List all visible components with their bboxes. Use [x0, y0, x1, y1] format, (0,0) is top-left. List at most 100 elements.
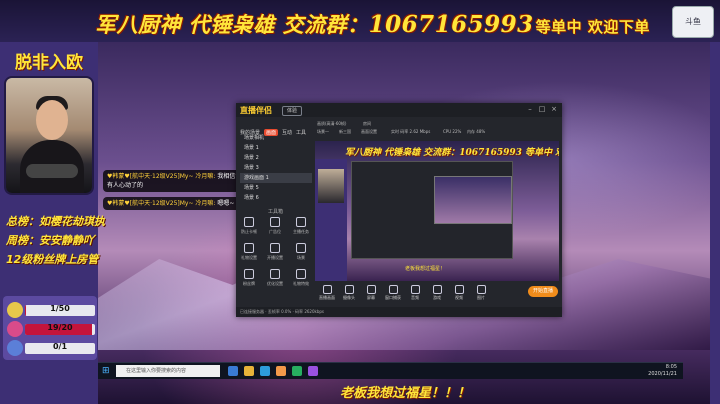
preview-nested-preview — [434, 176, 512, 224]
windows-start-icon[interactable]: ⊞ — [102, 366, 112, 376]
banner-number: 1067165993 — [368, 11, 534, 38]
maximize-icon[interactable]: □ — [538, 105, 546, 113]
source-button[interactable]: 直播画面 — [317, 285, 337, 301]
source-button[interactable]: 游戏 — [427, 285, 447, 301]
tool-button[interactable]: 优化设置 — [264, 269, 286, 289]
clock[interactable]: 8:05 2020/11/21 — [648, 364, 677, 378]
source-label: 直播画面 — [319, 295, 335, 300]
banner-text: 军八厨神 代锤枭雄 交流群：1067165993 等单中 欢迎下单 — [95, 9, 650, 39]
quality-select[interactable]: 画质(高清·60帧) — [317, 121, 346, 127]
tool-label: 礼物特效 — [293, 281, 309, 286]
scene-item[interactable]: 场景 6 — [240, 193, 312, 203]
scene-item[interactable]: 场景 5 — [240, 183, 312, 193]
folder-icon[interactable] — [244, 366, 254, 376]
tool-label: 防止卡顿 — [241, 229, 257, 234]
chat-app-icon[interactable] — [292, 366, 302, 376]
source-button[interactable]: 音频 — [405, 285, 425, 301]
app-tag[interactable]: 体验 — [282, 106, 302, 116]
right-frame-strip — [710, 42, 720, 404]
source-button[interactable]: 摄像头 — [339, 285, 359, 301]
source-label: 游戏 — [433, 295, 441, 300]
tool-icon — [296, 243, 306, 253]
goal-row: 19/20 — [7, 321, 95, 337]
task-view-icon[interactable] — [228, 366, 238, 376]
windows-taskbar: ⊞ 在这里输入你要搜索的内容 8:05 2020/11/21 — [98, 362, 683, 379]
close-icon[interactable]: × — [550, 105, 558, 113]
source-button[interactable]: 图片 — [471, 285, 491, 301]
scene-chip[interactable]: 场景一 — [317, 129, 329, 135]
window-icon — [388, 285, 398, 294]
footer-slogan: 老板我想过福星！！！ — [340, 386, 471, 401]
source-label: 视频 — [455, 295, 463, 300]
stream-app-icon[interactable] — [276, 366, 286, 376]
source-label: 图片 — [477, 295, 485, 300]
tool-label: 优化设置 — [267, 281, 283, 286]
scene-item[interactable]: 场景 3 — [240, 163, 312, 173]
tools-label: 工具箱 — [268, 209, 284, 215]
source-button[interactable]: 屏幕 — [361, 285, 381, 301]
tool-icon — [296, 217, 306, 227]
minimize-icon[interactable]: – — [526, 105, 534, 113]
gift-icon — [7, 321, 23, 337]
source-button[interactable]: 视频 — [449, 285, 469, 301]
goal-label: 19/20 — [47, 323, 73, 332]
platform-logo: 斗鱼 — [672, 6, 714, 38]
tool-button[interactable]: 粉丝牌 — [238, 269, 260, 289]
tool-icon — [270, 243, 280, 253]
scene-item[interactable]: 场景相机 — [240, 133, 312, 143]
app-titlebar[interactable]: 直播伴侣 体验 – □ × — [236, 103, 562, 117]
game-app-icon[interactable] — [308, 366, 318, 376]
start-stream-button[interactable]: 开始直播 — [528, 286, 558, 297]
stream-preview[interactable]: 军八厨神 代锤枭雄 交流群：1067165993 等单中 欢迎下单 老板我想过福… — [315, 141, 559, 281]
app-logo: 直播伴侣 — [240, 106, 272, 115]
tool-label: 广告位 — [269, 229, 281, 234]
goal-label: 1/50 — [50, 304, 70, 313]
tool-button[interactable]: 礼物设置 — [238, 243, 260, 263]
source-label: 屏幕 — [367, 295, 375, 300]
tool-icon — [244, 243, 254, 253]
source-controls: 直播画面 摄像头 屏幕 窗口捕获 音频 游戏 视频 图片 — [315, 283, 559, 305]
app-status-bar: 已连接服务器 · 丢帧率 0.0% · 码率 2620kbps — [236, 307, 562, 317]
preview-webcam — [318, 169, 344, 203]
fan-badge-line: 12级粉丝牌上房管 — [6, 253, 99, 266]
preview-footer: 老板我想过福星！ — [405, 266, 446, 272]
banner-main: 军八厨神 代锤枭雄 交流群： — [95, 12, 369, 37]
webcam-feed — [6, 78, 92, 193]
streaming-app-window: 直播伴侣 体验 – □ × 我的场景 画面 互动 工具 场景相机 场景 1 场景 2 … — [236, 103, 562, 317]
source-button[interactable]: 窗口捕获 — [383, 285, 403, 301]
top-banner: 军八厨神 代锤枭雄 交流群：1067165993 等单中 欢迎下单 斗鱼 — [0, 0, 720, 42]
tool-icon — [244, 269, 254, 279]
tool-label: 开播设置 — [267, 255, 283, 260]
weekly-rank-line: 周榜：安安静静吖 — [6, 234, 94, 247]
source-label: 摄像头 — [343, 295, 355, 300]
browser-icon[interactable] — [260, 366, 270, 376]
screen-settings-button[interactable]: 画面设置 — [361, 129, 377, 135]
goal-label: 0/1 — [52, 342, 68, 351]
camera-icon — [344, 285, 354, 294]
tool-icon — [270, 269, 280, 279]
scene-item[interactable]: 场景 1 — [240, 143, 312, 153]
tool-label: 礼物设置 — [241, 255, 257, 260]
tool-button[interactable]: 主播任务 — [290, 217, 312, 237]
tool-icon — [244, 217, 254, 227]
tool-icon — [270, 217, 280, 227]
gift-goals: 1/50 19/20 0/1 — [3, 296, 97, 360]
tool-button[interactable]: 防止卡顿 — [238, 217, 260, 237]
preview-nested-window — [351, 161, 513, 259]
scene-item[interactable]: 游戏画面 1 — [240, 173, 312, 183]
connection-status: 已连接服务器 · 丢帧率 0.0% · 码率 2620kbps — [240, 309, 324, 314]
audio-icon — [410, 285, 420, 294]
room-link[interactable]: 房间 — [363, 121, 371, 127]
taskbar-search-input[interactable]: 在这里输入你要搜索的内容 — [116, 365, 220, 377]
tool-button[interactable]: 礼物特效 — [290, 269, 312, 289]
scene-item[interactable]: 场景 2 — [240, 153, 312, 163]
tool-button[interactable]: 开播设置 — [264, 243, 286, 263]
headphones-icon — [26, 164, 78, 178]
clock-date: 2020/11/21 — [648, 371, 677, 377]
tool-button[interactable]: 场景 — [290, 243, 312, 263]
tool-label: 粉丝牌 — [243, 281, 255, 286]
game-chip[interactable]: 新三国 — [339, 129, 351, 135]
tool-label: 主播任务 — [293, 229, 309, 234]
source-icon — [322, 285, 332, 294]
tool-button[interactable]: 广告位 — [264, 217, 286, 237]
